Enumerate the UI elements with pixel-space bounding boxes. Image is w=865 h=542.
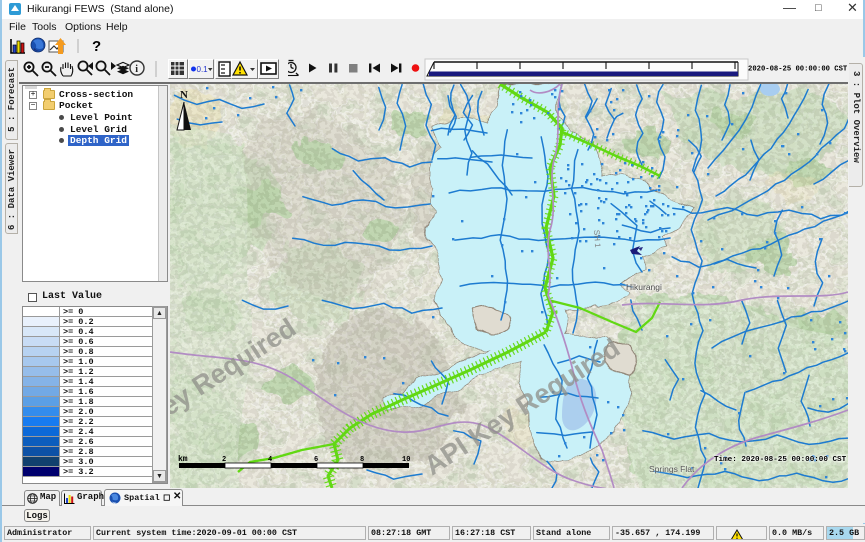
svg-text:?: ?: [92, 38, 101, 55]
svg-text:Time: 2020-08-25 00:00:00 CST: Time: 2020-08-25 00:00:00 CST: [714, 456, 847, 464]
svg-text:10: 10: [402, 456, 410, 464]
svg-text:Springs Flat: Springs Flat: [649, 464, 695, 474]
svg-text:km: km: [178, 455, 188, 464]
svg-text:0.1: 0.1: [197, 65, 209, 74]
svg-text:Hikurangi: Hikurangi: [626, 282, 662, 292]
svg-text:i: i: [135, 64, 138, 75]
svg-text:SH 1: SH 1: [592, 230, 602, 249]
svg-text:2020-08-25 00:00:00 CST: 2020-08-25 00:00:00 CST: [748, 66, 848, 74]
svg-text:N: N: [180, 89, 188, 101]
